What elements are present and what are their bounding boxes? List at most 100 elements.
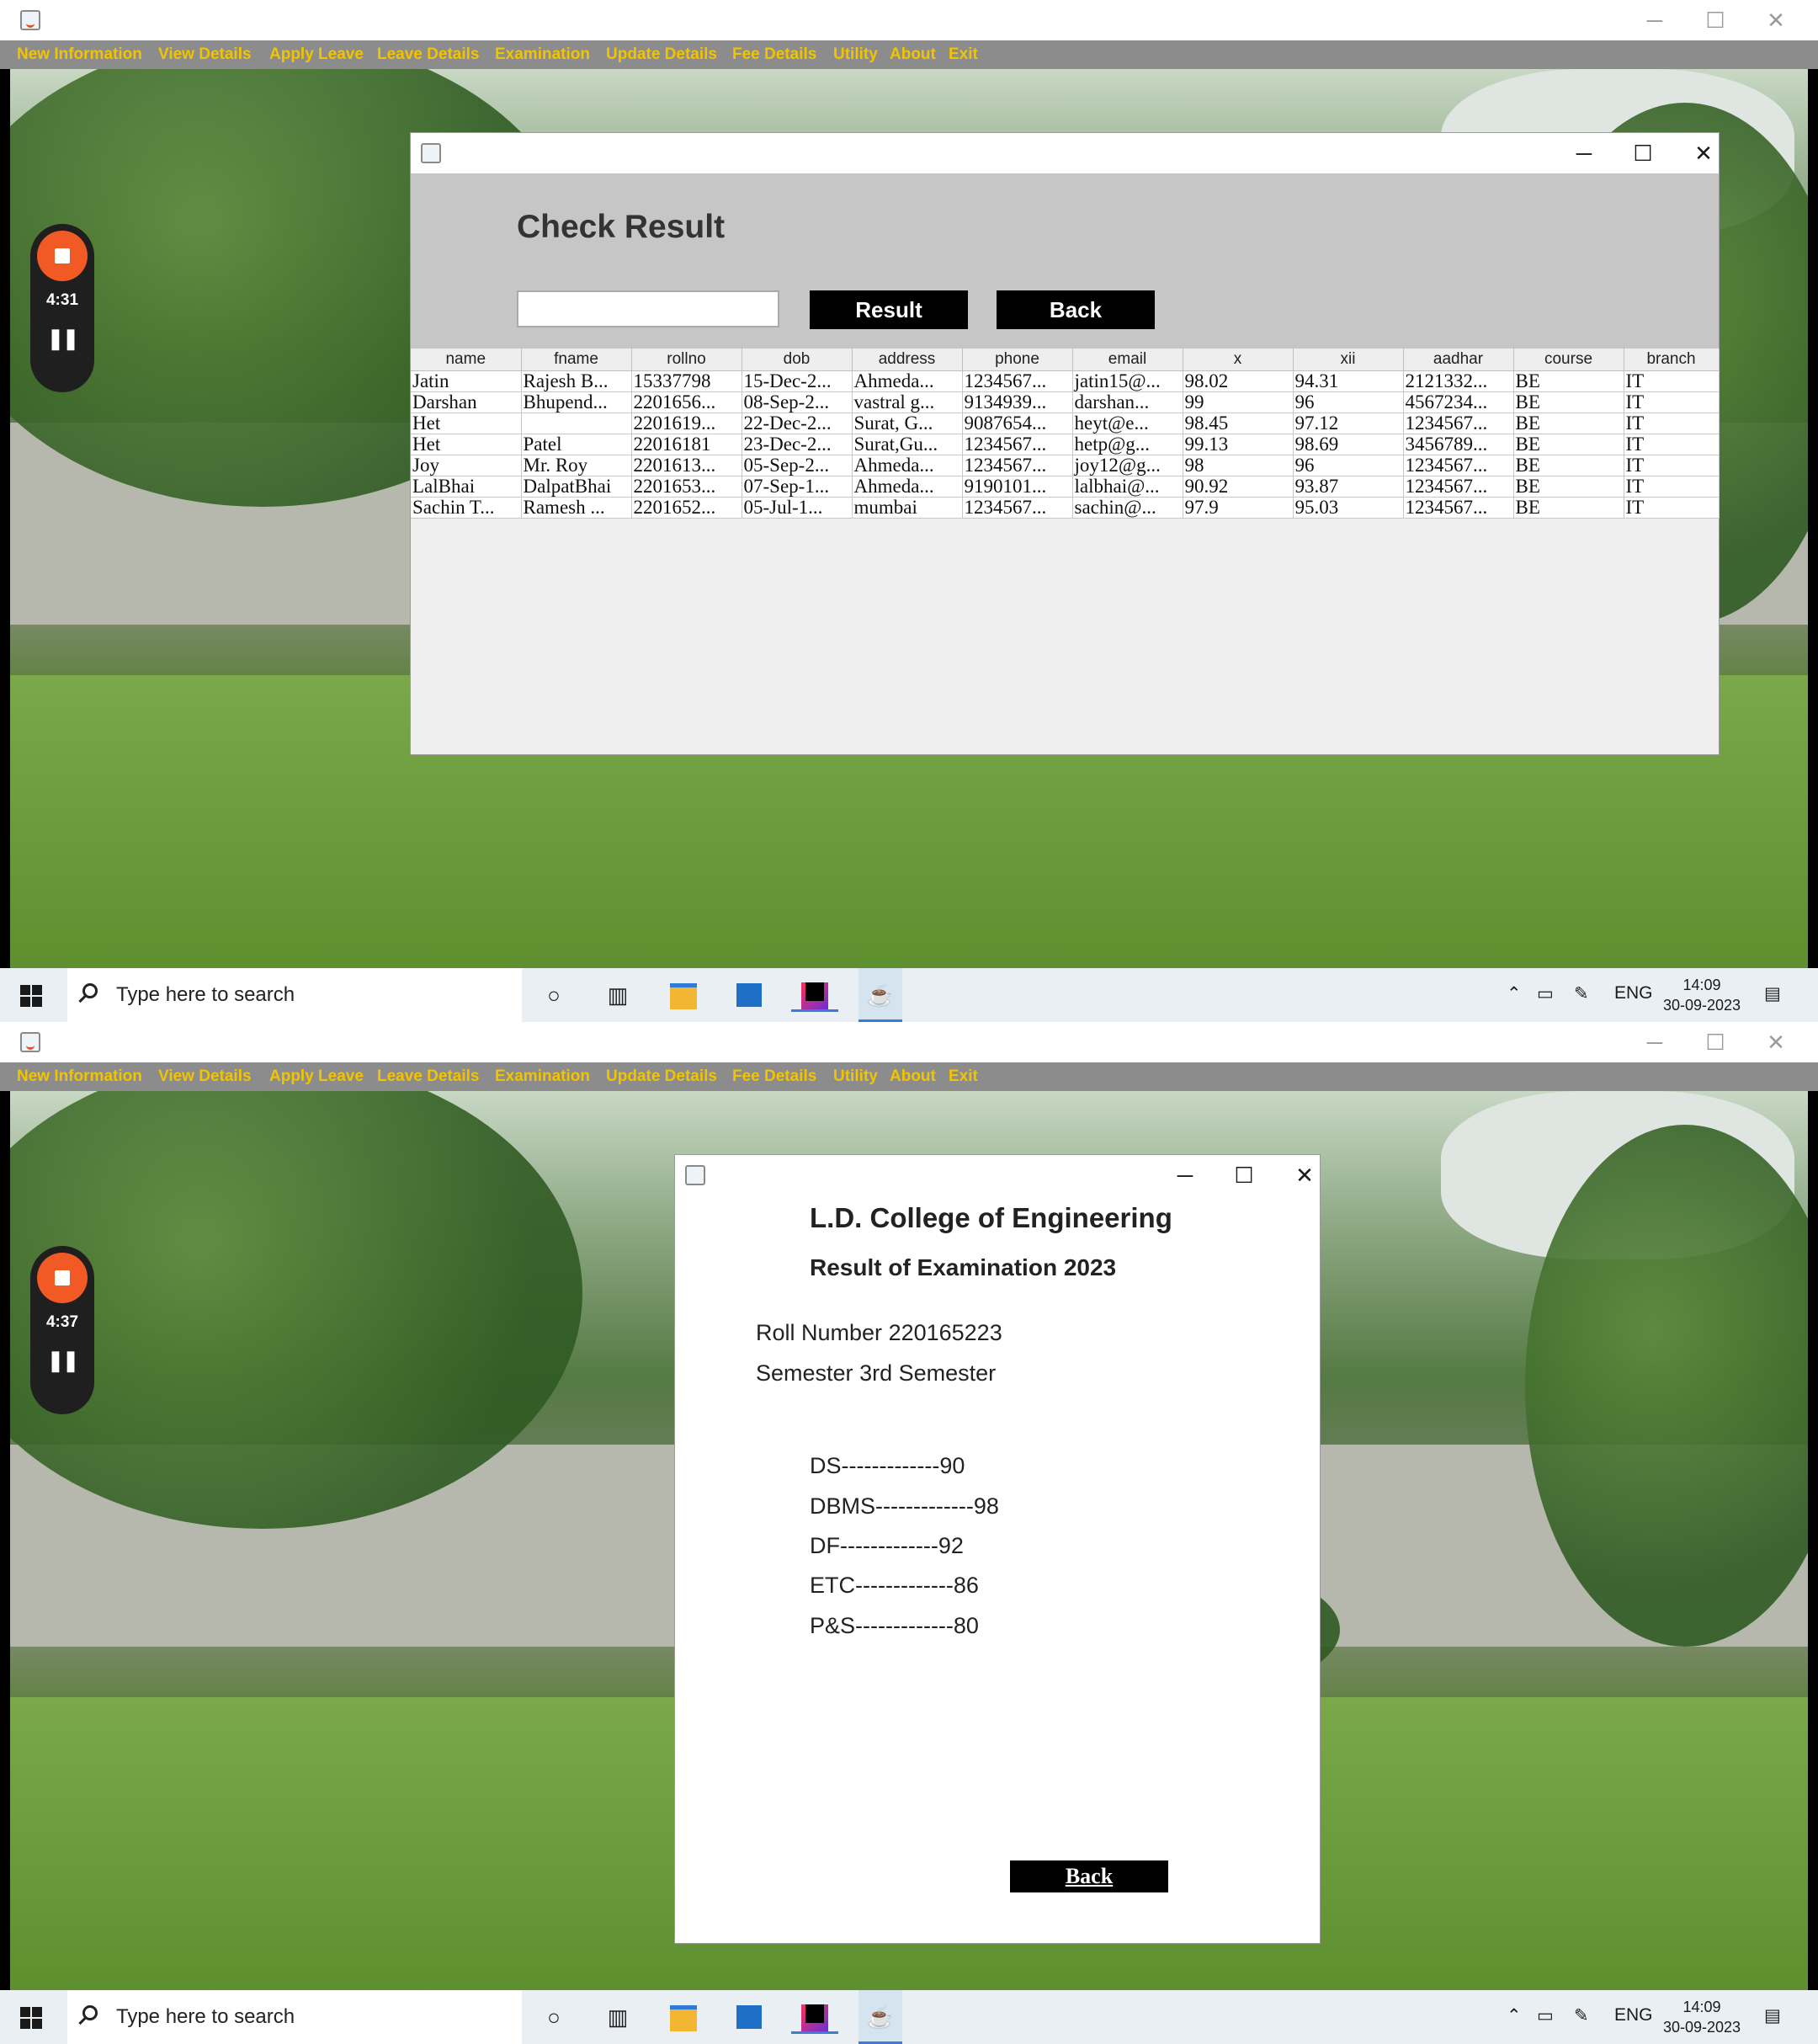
table-cell-dob[interactable]: 05-Jul-1... bbox=[742, 497, 853, 519]
back-button[interactable]: Back bbox=[997, 290, 1155, 329]
stop-record-icon[interactable] bbox=[37, 231, 88, 281]
table-cell-fname[interactable] bbox=[521, 413, 632, 434]
minimize-icon[interactable]: ─ bbox=[1636, 1027, 1673, 1057]
table-cell-xii[interactable]: 93.87 bbox=[1293, 476, 1404, 498]
table-cell-email[interactable]: lalbhai@... bbox=[1072, 476, 1183, 498]
table-cell-fname[interactable]: DalpatBhai bbox=[521, 476, 632, 498]
menu-apply-leave[interactable]: Apply Leave bbox=[269, 40, 364, 69]
table-cell-address[interactable]: Surat,Gu... bbox=[852, 434, 963, 455]
table-cell-branch[interactable]: IT bbox=[1624, 497, 1720, 519]
language-indicator[interactable]: ENG bbox=[1614, 983, 1653, 1003]
menu-view-details[interactable]: View Details bbox=[158, 40, 252, 69]
table-cell-name[interactable]: Joy bbox=[411, 455, 522, 476]
table-cell-name[interactable]: Darshan bbox=[411, 391, 522, 413]
result-button[interactable]: Result bbox=[810, 290, 968, 329]
table-cell-address[interactable]: vastral g... bbox=[852, 391, 963, 413]
table-cell-fname[interactable]: Patel bbox=[521, 434, 632, 455]
table-cell-email[interactable]: jatin15@... bbox=[1072, 370, 1183, 392]
menu-fee-details[interactable]: Fee Details bbox=[732, 1062, 816, 1091]
menu-about[interactable]: About bbox=[890, 40, 936, 69]
table-cell-address[interactable]: mumbai bbox=[852, 497, 963, 519]
intellij-icon[interactable] bbox=[791, 978, 838, 1012]
menu-fee-details[interactable]: Fee Details bbox=[732, 40, 816, 69]
pen-icon[interactable]: ✎ bbox=[1574, 983, 1589, 1004]
table-cell-phone[interactable]: 1234567... bbox=[962, 370, 1073, 392]
task-view-icon[interactable]: ▥ bbox=[601, 978, 635, 1012]
file-explorer-icon[interactable] bbox=[667, 2000, 700, 2034]
menu-about[interactable]: About bbox=[890, 1062, 936, 1091]
maximize-icon[interactable]: ☐ bbox=[1697, 1027, 1734, 1057]
table-cell-aadhar[interactable]: 1234567... bbox=[1403, 455, 1514, 476]
table-cell-x[interactable]: 99.13 bbox=[1183, 434, 1294, 455]
table-cell-course[interactable]: BE bbox=[1513, 455, 1624, 476]
table-cell-dob[interactable]: 23-Dec-2... bbox=[742, 434, 853, 455]
table-cell-aadhar[interactable]: 1234567... bbox=[1403, 497, 1514, 519]
table-row[interactable]: Het Patel 22016181 23-Dec-2... Surat,Gu... 12… bbox=[411, 434, 1720, 455]
table-cell-aadhar[interactable]: 1234567... bbox=[1403, 476, 1514, 498]
column-header[interactable]: xii bbox=[1293, 349, 1404, 371]
minimize-icon[interactable]: ─ bbox=[1168, 1160, 1202, 1190]
column-header[interactable]: phone bbox=[962, 349, 1073, 371]
table-cell-course[interactable]: BE bbox=[1513, 497, 1624, 519]
menu-exit[interactable]: Exit bbox=[949, 1062, 978, 1091]
notification-icon[interactable]: ▤ bbox=[1764, 2005, 1781, 2026]
file-explorer-icon[interactable] bbox=[667, 978, 700, 1012]
table-cell-x[interactable]: 97.9 bbox=[1183, 497, 1294, 519]
java-app-icon[interactable]: ☕ bbox=[858, 968, 902, 1022]
language-indicator[interactable]: ENG bbox=[1614, 2005, 1653, 2025]
table-cell-phone[interactable]: 1234567... bbox=[962, 455, 1073, 476]
chevron-up-icon[interactable]: ⌃ bbox=[1507, 2005, 1522, 2026]
menu-update-details[interactable]: Update Details bbox=[606, 40, 717, 69]
table-row[interactable]: Darshan Bhupend... 2201656... 08-Sep-2... va… bbox=[411, 391, 1720, 413]
maximize-icon[interactable]: ☐ bbox=[1227, 1160, 1261, 1190]
table-cell-fname[interactable]: Ramesh ... bbox=[521, 497, 632, 519]
table-cell-branch[interactable]: IT bbox=[1624, 434, 1720, 455]
back-button[interactable]: Back bbox=[1010, 1860, 1168, 1892]
table-cell-name[interactable]: Het bbox=[411, 413, 522, 434]
table-cell-dob[interactable]: 05-Sep-2... bbox=[742, 455, 853, 476]
table-cell-x[interactable]: 98.45 bbox=[1183, 413, 1294, 434]
table-cell-x[interactable]: 99 bbox=[1183, 391, 1294, 413]
table-cell-email[interactable]: heyt@e... bbox=[1072, 413, 1183, 434]
table-cell-x[interactable]: 90.92 bbox=[1183, 476, 1294, 498]
table-cell-fname[interactable]: Mr. Roy bbox=[521, 455, 632, 476]
pen-icon[interactable]: ✎ bbox=[1574, 2005, 1589, 2026]
network-icon[interactable]: ▭ bbox=[1537, 983, 1554, 1004]
menu-new-information[interactable]: New Information bbox=[17, 1062, 142, 1091]
table-cell-aadhar[interactable]: 3456789... bbox=[1403, 434, 1514, 455]
task-view-icon[interactable]: ▥ bbox=[601, 2000, 635, 2034]
close-icon[interactable]: ✕ bbox=[1757, 5, 1794, 35]
table-cell-dob[interactable]: 15-Dec-2... bbox=[742, 370, 853, 392]
table-cell-email[interactable]: darshan... bbox=[1072, 391, 1183, 413]
menu-utility[interactable]: Utility bbox=[833, 40, 878, 69]
table-cell-course[interactable]: BE bbox=[1513, 391, 1624, 413]
cortana-icon[interactable]: ○ bbox=[537, 2000, 571, 2034]
table-cell-email[interactable]: joy12@g... bbox=[1072, 455, 1183, 476]
table-cell-fname[interactable]: Bhupend... bbox=[521, 391, 632, 413]
minimize-icon[interactable]: ─ bbox=[1636, 5, 1673, 35]
menu-utility[interactable]: Utility bbox=[833, 1062, 878, 1091]
table-cell-phone[interactable]: 9190101... bbox=[962, 476, 1073, 498]
table-cell-rollno[interactable]: 2201653... bbox=[631, 476, 742, 498]
column-header[interactable]: dob bbox=[742, 349, 853, 371]
table-cell-rollno[interactable]: 22016181 bbox=[631, 434, 742, 455]
table-cell-course[interactable]: BE bbox=[1513, 370, 1624, 392]
table-cell-phone[interactable]: 1234567... bbox=[962, 497, 1073, 519]
table-row[interactable]: Het 2201619... 22-Dec-2... Surat, G... 90876… bbox=[411, 413, 1720, 434]
table-cell-xii[interactable]: 98.69 bbox=[1293, 434, 1404, 455]
menu-apply-leave[interactable]: Apply Leave bbox=[269, 1062, 364, 1091]
table-cell-name[interactable]: Het bbox=[411, 434, 522, 455]
table-cell-branch[interactable]: IT bbox=[1624, 391, 1720, 413]
menu-examination[interactable]: Examination bbox=[495, 1062, 590, 1091]
table-cell-dob[interactable]: 07-Sep-1... bbox=[742, 476, 853, 498]
close-icon[interactable]: ✕ bbox=[1288, 1160, 1321, 1190]
table-cell-x[interactable]: 98 bbox=[1183, 455, 1294, 476]
menu-view-details[interactable]: View Details bbox=[158, 1062, 252, 1091]
table-cell-aadhar[interactable]: 1234567... bbox=[1403, 413, 1514, 434]
column-header[interactable]: rollno bbox=[631, 349, 742, 371]
maximize-icon[interactable]: ☐ bbox=[1697, 5, 1734, 35]
menu-leave-details[interactable]: Leave Details bbox=[377, 40, 479, 69]
table-row[interactable]: Jatin Rajesh B... 15337798 15-Dec-2... Ahmed… bbox=[411, 370, 1720, 392]
clock[interactable]: 14:09 30-09-2023 bbox=[1660, 975, 1744, 1015]
table-cell-email[interactable]: sachin@... bbox=[1072, 497, 1183, 519]
